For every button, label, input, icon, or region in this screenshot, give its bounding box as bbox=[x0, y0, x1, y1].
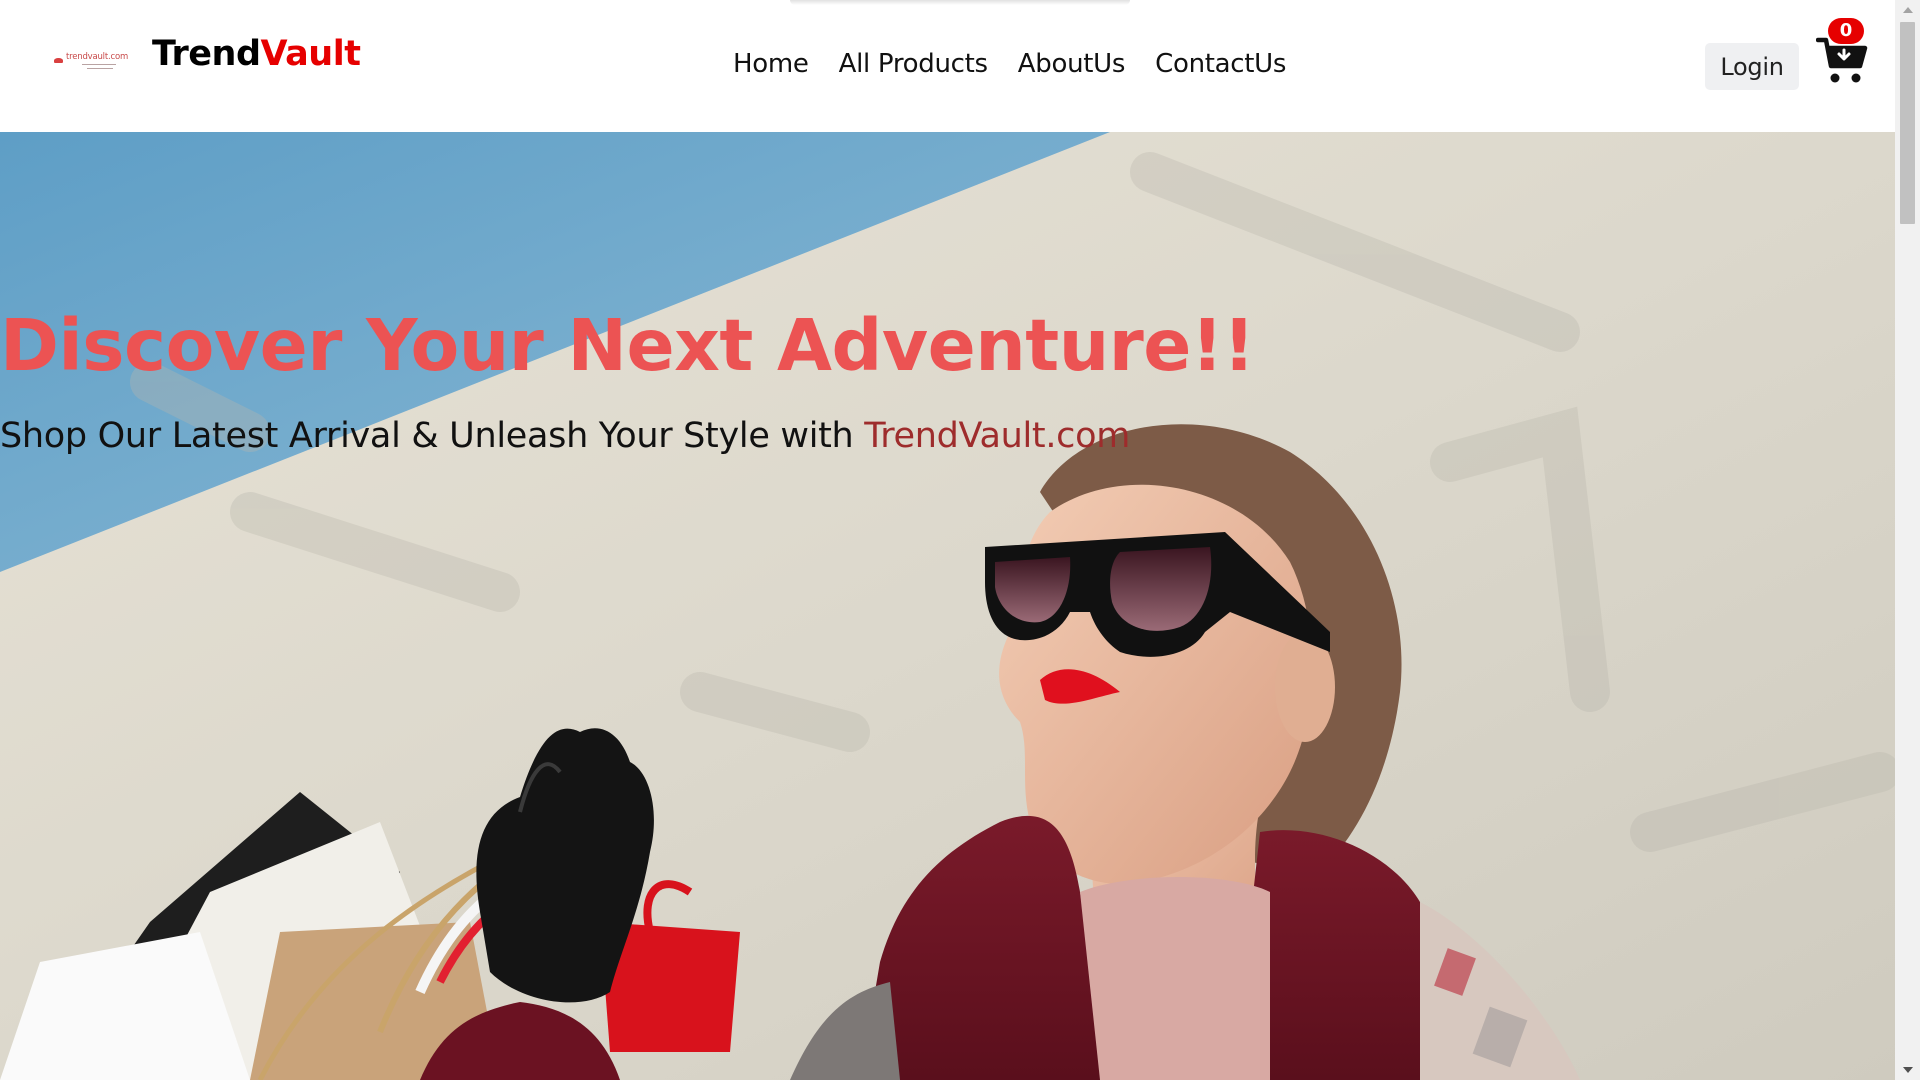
page: trendvault.com TrendVault Home All Produ… bbox=[0, 0, 1920, 1080]
top-shadow bbox=[790, 0, 1130, 5]
site-logo[interactable]: trendvault.com bbox=[52, 50, 136, 74]
hero-subtitle-text: Shop Our Latest Arrival & Unleash Your S… bbox=[0, 416, 865, 456]
nav-link-contact-us[interactable]: ContactUs bbox=[1155, 49, 1286, 79]
hero-title: Discover Your Next Adventure!! bbox=[0, 304, 1255, 387]
logo-tagline-line bbox=[82, 64, 116, 65]
logo-text: trendvault.com bbox=[66, 52, 129, 62]
logo-tagline-line bbox=[87, 68, 113, 69]
navbar: trendvault.com TrendVault Home All Produ… bbox=[0, 0, 1895, 132]
nav-link-about-us[interactable]: AboutUs bbox=[1018, 49, 1126, 79]
brand-name-part1: Trend bbox=[152, 34, 261, 74]
hero-subtitle-site-link: TrendVault.com bbox=[864, 416, 1131, 456]
hero-subtitle: Shop Our Latest Arrival & Unleash Your S… bbox=[0, 416, 1130, 456]
logo-mark-icon bbox=[54, 58, 63, 63]
login-button[interactable]: Login bbox=[1705, 43, 1799, 90]
brand-name-part2: Vault bbox=[260, 34, 361, 74]
nav-link-all-products[interactable]: All Products bbox=[839, 49, 988, 79]
main-nav: Home All Products AboutUs ContactUs bbox=[733, 49, 1286, 79]
cart-count-badge: 0 bbox=[1828, 18, 1864, 44]
scrollbar-thumb[interactable] bbox=[1900, 22, 1915, 224]
hero-section: Discover Your Next Adventure!! Shop Our … bbox=[0, 132, 1895, 1080]
vertical-scrollbar[interactable] bbox=[1895, 0, 1920, 1080]
nav-link-home[interactable]: Home bbox=[733, 49, 809, 79]
scroll-down-arrow-icon[interactable] bbox=[1895, 1060, 1920, 1080]
brand-name[interactable]: TrendVault bbox=[152, 34, 361, 74]
hero-image bbox=[0, 132, 1895, 1080]
scroll-up-arrow-icon[interactable] bbox=[1895, 0, 1920, 20]
